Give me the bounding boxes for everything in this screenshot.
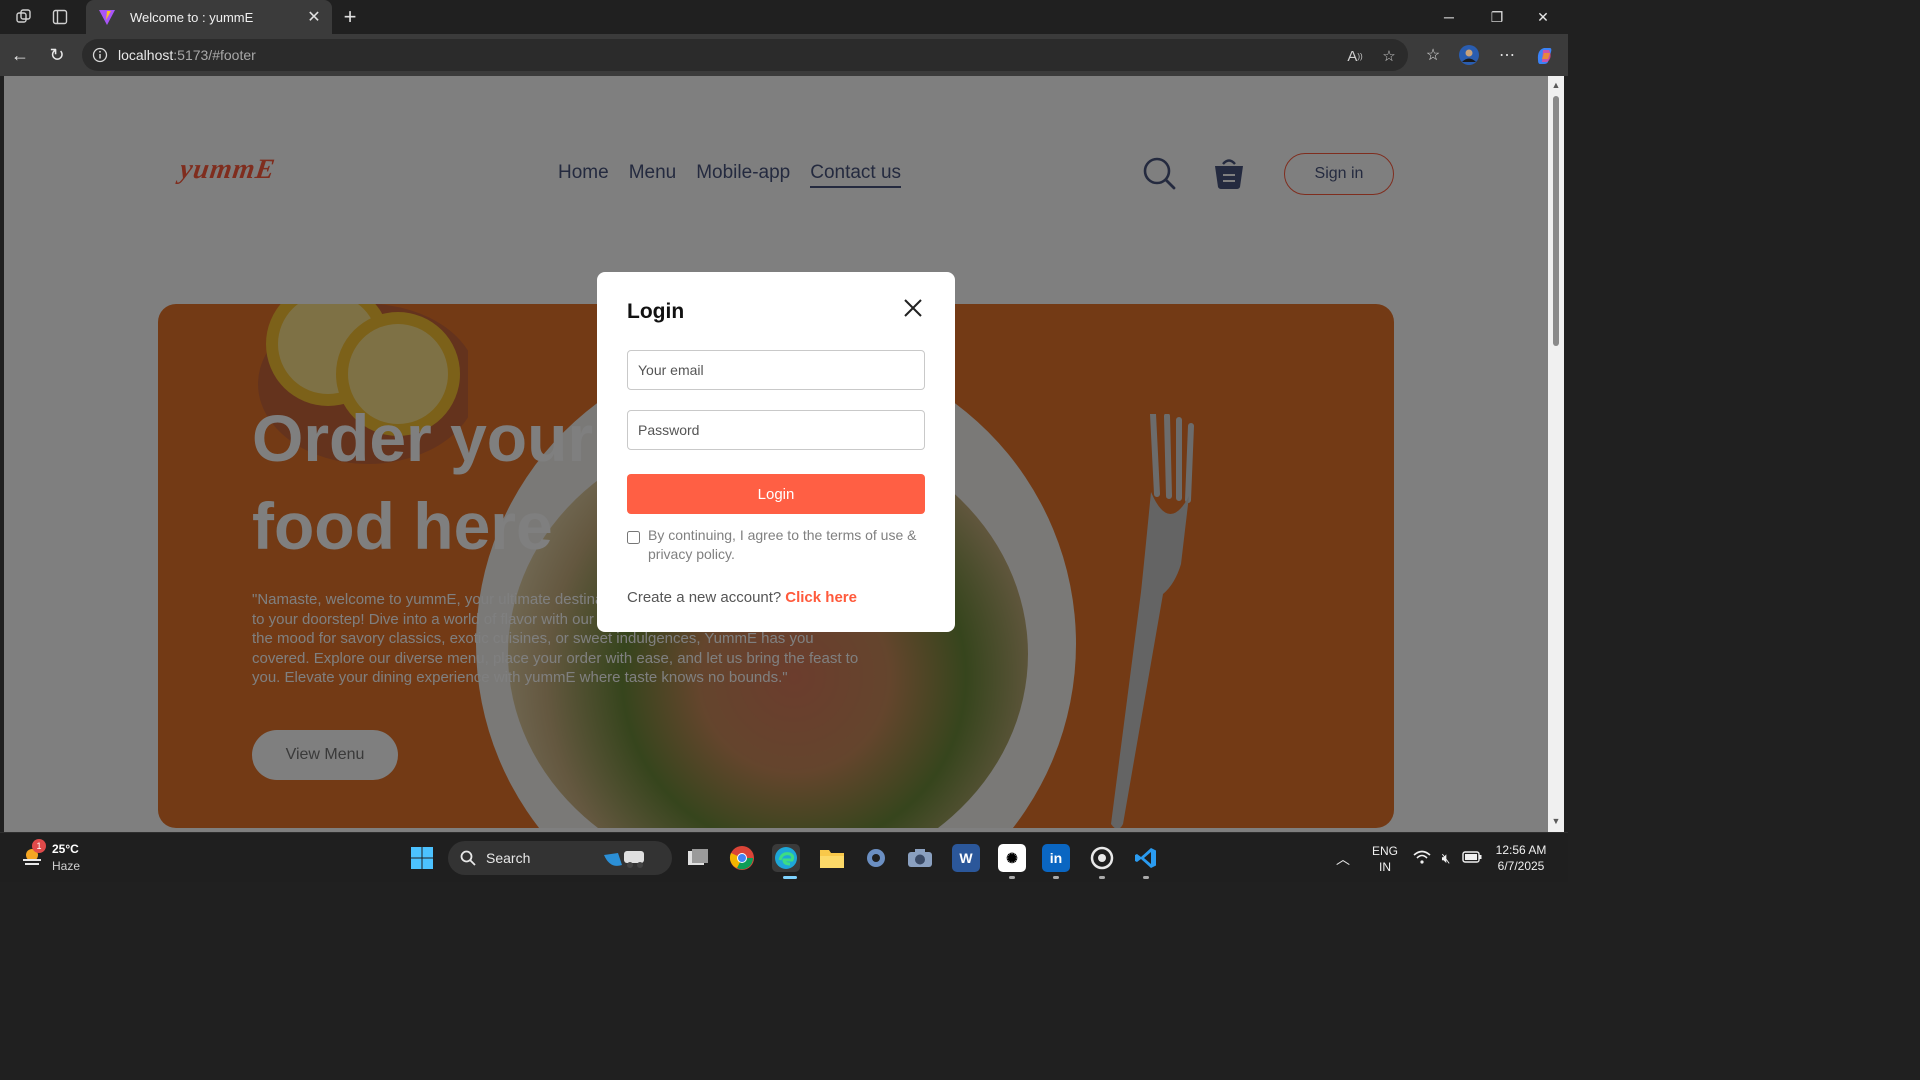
favorites-icon[interactable]: ☆ <box>1420 43 1446 67</box>
close-icon[interactable] <box>901 296 925 320</box>
linkedin-running-indicator <box>1053 876 1059 879</box>
file-explorer-icon[interactable] <box>818 844 846 872</box>
page-viewport: yummE Home Menu Mobile-app Contact us Si… <box>4 76 1548 832</box>
scroll-down-icon[interactable]: ▼ <box>1551 816 1561 826</box>
close-window-icon[interactable]: ✕ <box>1520 0 1566 34</box>
volume-muted-icon[interactable]: 🔇︎ <box>1436 850 1456 867</box>
workspaces-icon[interactable] <box>14 7 34 27</box>
url-text: localhost:5173/#footer <box>118 47 256 63</box>
scroll-up-icon[interactable]: ▲ <box>1551 80 1561 90</box>
scrollbar-thumb[interactable] <box>1553 96 1559 346</box>
task-view-icon[interactable] <box>684 844 712 872</box>
weather-badge: 1 <box>32 839 46 853</box>
password-field[interactable] <box>627 410 925 450</box>
popup-title: Login <box>627 300 685 323</box>
email-field[interactable] <box>627 350 925 390</box>
restore-icon[interactable]: ❐ <box>1474 0 1520 34</box>
terms-row: By continuing, I agree to the terms of u… <box>627 526 925 564</box>
read-aloud-icon[interactable]: A)) <box>1344 45 1366 67</box>
tab-close-icon[interactable]: ✕ <box>302 7 326 27</box>
vscode-running-indicator <box>1143 876 1149 879</box>
copilot-running-indicator <box>1099 876 1105 879</box>
back-icon[interactable]: ← <box>8 43 32 67</box>
profile-avatar[interactable] <box>1456 43 1482 67</box>
browser-titlebar: Welcome to : yummE ✕ + ─ ❐ ✕ <box>0 0 1568 34</box>
terms-checkbox[interactable] <box>627 531 640 544</box>
search-icon <box>460 850 476 866</box>
search-highlight-icon <box>604 851 645 868</box>
clock[interactable]: 12:56 AM 6/7/2025 <box>1486 842 1556 874</box>
taskbar-search-label: Search <box>486 850 531 866</box>
vscode-icon[interactable] <box>1132 844 1160 872</box>
favorite-star-icon[interactable]: ☆ <box>1378 45 1400 67</box>
wifi-icon[interactable] <box>1412 850 1432 867</box>
vite-favicon-icon <box>99 10 115 25</box>
windows-start-icon[interactable] <box>410 846 434 870</box>
refresh-icon[interactable]: ↻ <box>45 43 69 67</box>
more-options-icon[interactable]: ⋯ <box>1494 43 1520 67</box>
minimize-icon[interactable]: ─ <box>1426 0 1472 34</box>
terms-text: By continuing, I agree to the terms of u… <box>648 527 917 562</box>
chatgpt-icon[interactable]: ✺ <box>998 844 1026 872</box>
taskbar-search[interactable]: Search <box>448 841 672 875</box>
edge-icon[interactable] <box>772 844 800 872</box>
linkedin-icon[interactable]: in <box>1042 844 1070 872</box>
camera-icon[interactable] <box>906 844 934 872</box>
language-indicator[interactable]: ENG IN <box>1370 843 1400 875</box>
settings-icon[interactable] <box>862 844 890 872</box>
chrome-icon[interactable] <box>728 844 756 872</box>
browser-toolbar: ← ↻ localhost:5173/#footer A)) ☆ ☆ ⋯ <box>0 34 1568 76</box>
page-scrollbar[interactable]: ▲ ▼ <box>1548 76 1564 832</box>
chatgpt-running-indicator <box>1009 876 1015 879</box>
login-popup: Login Login By continuing, I agree to th… <box>597 272 955 632</box>
edge-active-indicator <box>783 876 797 879</box>
copilot-icon[interactable] <box>1532 43 1558 67</box>
login-button[interactable]: Login <box>627 474 925 514</box>
windows-taskbar: 1 25°C Haze Search W ✺ in ︿ ENG IN 🔇︎ 12:… <box>0 832 1568 882</box>
word-icon[interactable]: W <box>952 844 980 872</box>
create-account-link[interactable]: Click here <box>785 589 857 606</box>
tab-title: Welcome to : yummE <box>130 9 254 25</box>
create-account-row: Create a new account? Click here <box>627 589 857 606</box>
address-bar[interactable]: localhost:5173/#footer A)) ☆ <box>82 39 1408 71</box>
site-info-icon[interactable] <box>92 47 108 63</box>
new-tab-icon[interactable]: + <box>338 4 362 30</box>
browser-tab[interactable]: Welcome to : yummE ✕ <box>86 0 332 34</box>
tab-actions-icon[interactable] <box>50 7 70 27</box>
create-account-prompt: Create a new account? <box>627 589 782 606</box>
show-hidden-icons-icon[interactable]: ︿ <box>1336 849 1350 869</box>
weather-description[interactable]: Haze <box>52 859 80 873</box>
weather-temperature[interactable]: 25°C <box>52 842 79 856</box>
battery-icon[interactable] <box>1462 850 1482 866</box>
github-copilot-icon[interactable] <box>1088 844 1116 872</box>
